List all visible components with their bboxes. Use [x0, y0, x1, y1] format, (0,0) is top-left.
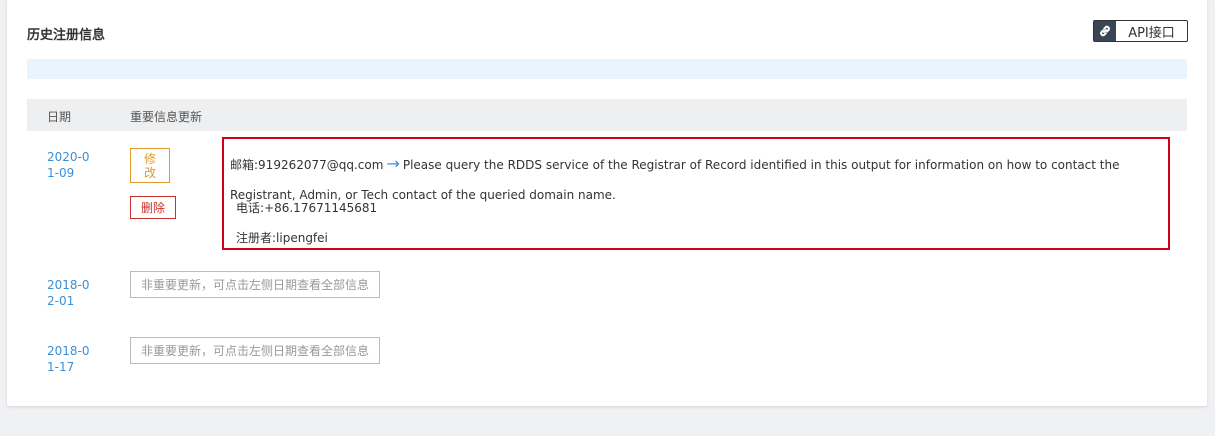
modify-badge: 修改: [130, 148, 170, 183]
history-registration-card: 历史注册信息 API接口 日期 重要信息更新 2020-0 1-09 修改 删除…: [7, 0, 1207, 406]
arrow-right-icon: →: [386, 154, 400, 173]
section-title: 历史注册信息: [27, 28, 106, 43]
email-old-value: 919262077@qq.com: [258, 158, 384, 172]
date-line: 1-17: [47, 360, 75, 374]
date-line: 2018-0: [47, 278, 90, 292]
date-line: 2-01: [47, 294, 75, 308]
registrant-line: 注册者:lipengfei: [236, 231, 328, 245]
table-header: 日期 重要信息更新: [27, 99, 1187, 131]
phone-line: 电话:+86.17671145681: [236, 201, 378, 215]
delete-badge: 删除: [130, 196, 176, 219]
minor-update-note: 非重要更新，可点击左侧日期查看全部信息: [130, 271, 380, 298]
api-button[interactable]: API接口: [1093, 20, 1188, 42]
record-date-link[interactable]: 2018-0 1-17: [47, 343, 97, 375]
date-line: 2020-0: [47, 150, 90, 164]
date-line: 1-09: [47, 166, 75, 180]
change-detail-box: 邮箱:919262077@qq.com → Please query the RDD…: [222, 137, 1170, 250]
header-date: 日期: [47, 110, 72, 124]
record-date-link[interactable]: 2020-0 1-09: [47, 149, 97, 181]
date-line: 2018-0: [47, 344, 90, 358]
minor-update-note: 非重要更新，可点击左侧日期查看全部信息: [130, 337, 380, 364]
link-icon: [1094, 21, 1116, 41]
header-updates: 重要信息更新: [130, 110, 203, 124]
api-button-label: API接口: [1128, 25, 1175, 41]
record-date-link[interactable]: 2018-0 2-01: [47, 277, 97, 309]
info-banner: [27, 59, 1187, 79]
email-label: 邮箱:: [230, 158, 259, 172]
